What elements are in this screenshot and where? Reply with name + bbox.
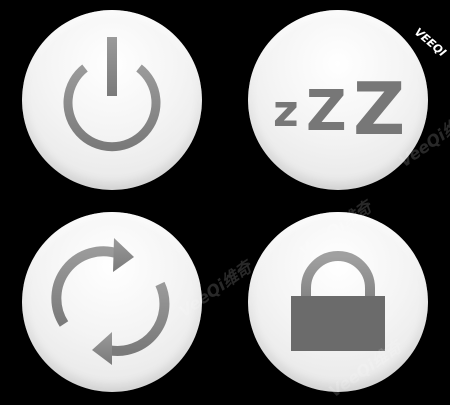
refresh-icon xyxy=(51,238,170,365)
power-icon xyxy=(63,37,161,152)
sleep-glyph-medium: Z xyxy=(306,79,347,144)
lock-button[interactable] xyxy=(248,212,428,392)
power-button[interactable] xyxy=(22,10,202,190)
refresh-button[interactable] xyxy=(22,212,202,392)
sleep-glyph-small: z xyxy=(273,86,299,137)
sleep-zzz-icon: z Z Z xyxy=(273,67,405,151)
sleep-glyph-large: Z xyxy=(353,67,405,151)
padlock-icon xyxy=(291,251,385,351)
sleep-button[interactable]: z Z Z xyxy=(248,10,428,190)
